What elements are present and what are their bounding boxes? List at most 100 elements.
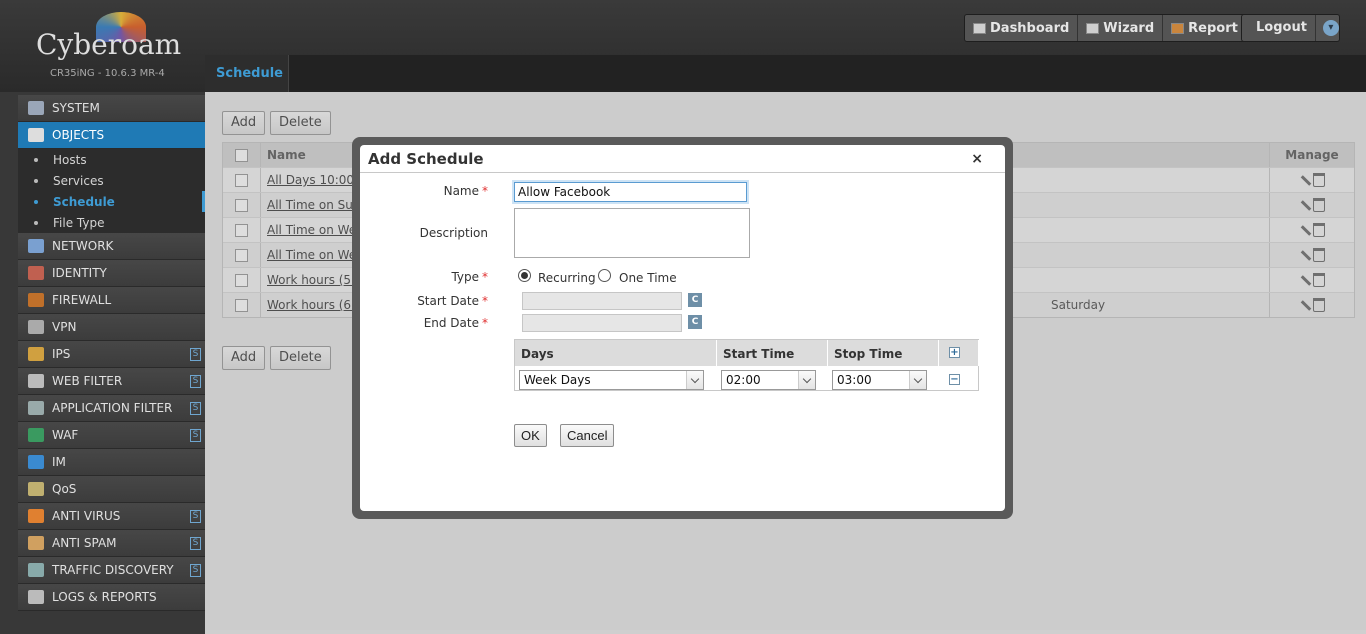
wizard-label: Wizard	[1103, 20, 1155, 36]
recurring-radio[interactable]	[518, 269, 531, 282]
app-filter-icon	[28, 401, 44, 415]
sidebar-subitem-hosts[interactable]: Hosts	[18, 149, 205, 170]
brand-name: Cyberoam	[36, 28, 182, 61]
subscription-badge: S	[190, 510, 201, 523]
brand-model: CR35iNG - 10.6.3 MR-4	[50, 68, 165, 79]
sidebar-item-label: QoS	[52, 482, 77, 496]
sidebar-subitem-schedule[interactable]: Schedule	[18, 191, 205, 212]
sidebar-item-system[interactable]: SYSTEM	[18, 95, 205, 122]
sidebar-item-label: ANTI SPAM	[52, 536, 117, 550]
sidebar-item-im[interactable]: IM	[18, 449, 205, 476]
start-date-label: Start Date *	[417, 294, 488, 308]
one-time-radio[interactable]	[598, 269, 611, 282]
subscription-badge: S	[190, 564, 201, 577]
filter-icon	[28, 374, 44, 388]
sidebar: SYSTEM OBJECTS Hosts Services Schedule File T…	[0, 92, 205, 634]
cancel-button[interactable]: Cancel	[560, 424, 615, 447]
sidebar-item-logs-reports[interactable]: LOGS & REPORTS	[18, 584, 205, 611]
logout-group: Logout ▾	[1241, 14, 1340, 42]
user-icon	[28, 266, 44, 280]
report-button[interactable]: Report	[1163, 15, 1246, 41]
add-row-icon[interactable]: +	[949, 347, 960, 358]
logout-button[interactable]: Logout	[1242, 15, 1316, 41]
subscription-badge: S	[190, 375, 201, 388]
chevron-down-icon	[686, 371, 703, 389]
dialog-title: Add Schedule	[360, 145, 1005, 173]
sidebar-item-firewall[interactable]: FIREWALL	[18, 287, 205, 314]
ok-button[interactable]: OK	[514, 424, 547, 447]
dashboard-icon	[973, 22, 986, 34]
end-date-field[interactable]	[522, 314, 682, 332]
sidebar-item-traffic-discovery[interactable]: TRAFFIC DISCOVERY S	[18, 557, 205, 584]
start-time-column-header: Start Time	[717, 340, 828, 366]
sidebar-item-identity[interactable]: IDENTITY	[18, 260, 205, 287]
virus-icon	[28, 509, 44, 523]
days-column-header: Days	[515, 340, 717, 366]
dashboard-label: Dashboard	[990, 20, 1070, 36]
report-label: Report	[1188, 20, 1238, 36]
sidebar-item-waf[interactable]: WAF S	[18, 422, 205, 449]
top-bar: Cyberoam CR35iNG - 10.6.3 MR-4 Dashboard…	[0, 0, 1366, 92]
chevron-down-icon[interactable]: ▾	[1322, 20, 1339, 36]
one-time-label: One Time	[619, 271, 677, 285]
top-nav: Dashboard Wizard Report	[964, 14, 1247, 42]
chevron-down-icon	[798, 371, 815, 389]
bullet-icon	[34, 199, 38, 204]
recurring-label: Recurring	[538, 271, 596, 285]
dashboard-button[interactable]: Dashboard	[965, 15, 1079, 41]
folder-icon	[28, 128, 44, 142]
days-select[interactable]: Week Days	[519, 370, 704, 390]
tab-bar: Schedule	[205, 55, 1366, 92]
firewall-icon	[28, 293, 44, 307]
start-date-field[interactable]	[522, 292, 682, 310]
description-label: Description	[419, 226, 488, 240]
wizard-button[interactable]: Wizard	[1078, 15, 1164, 41]
system-icon	[28, 101, 44, 115]
stop-time-select[interactable]: 03:00	[832, 370, 927, 390]
sidebar-item-label: IM	[52, 455, 66, 469]
sidebar-item-label: IPS	[52, 347, 71, 361]
sidebar-item-label: VPN	[52, 320, 77, 334]
network-icon	[28, 239, 44, 253]
shield-icon	[28, 347, 44, 361]
sidebar-item-label: APPLICATION FILTER	[52, 401, 173, 415]
subscription-badge: S	[190, 402, 201, 415]
sidebar-item-label: TRAFFIC DISCOVERY	[52, 563, 174, 577]
add-row-cell: +	[939, 340, 979, 366]
sidebar-item-application-filter[interactable]: APPLICATION FILTER S	[18, 395, 205, 422]
traffic-icon	[28, 563, 44, 577]
sidebar-item-label: WAF	[52, 428, 79, 442]
bullet-icon	[34, 178, 38, 183]
end-date-label: End Date *	[423, 316, 488, 330]
time-slot-table: Days Start Time Stop Time + Week Days 02…	[514, 339, 979, 391]
tab-schedule[interactable]: Schedule	[205, 55, 289, 92]
sidebar-item-anti-spam[interactable]: ANTI SPAM S	[18, 530, 205, 557]
sidebar-item-objects[interactable]: OBJECTS	[18, 122, 205, 149]
report-icon	[1171, 22, 1185, 34]
sidebar-subitem-services[interactable]: Services	[18, 170, 205, 191]
sidebar-item-label: NETWORK	[52, 239, 114, 253]
sidebar-item-network[interactable]: NETWORK	[18, 233, 205, 260]
start-date-calendar-icon[interactable]: C	[688, 293, 702, 307]
sidebar-item-anti-virus[interactable]: ANTI VIRUS S	[18, 503, 205, 530]
globe-icon	[28, 428, 44, 442]
end-date-calendar-icon[interactable]: C	[688, 315, 702, 329]
subscription-badge: S	[190, 429, 201, 442]
bullet-icon	[34, 220, 38, 225]
description-field[interactable]	[514, 208, 750, 258]
sidebar-item-label: ANTI VIRUS	[52, 509, 121, 523]
remove-row-icon[interactable]: −	[949, 374, 960, 385]
sidebar-item-ips[interactable]: IPS S	[18, 341, 205, 368]
sidebar-item-vpn[interactable]: VPN	[18, 314, 205, 341]
name-field[interactable]	[512, 180, 749, 204]
bottom-bar	[205, 630, 1366, 634]
sidebar-item-qos[interactable]: QoS	[18, 476, 205, 503]
sidebar-item-web-filter[interactable]: WEB FILTER S	[18, 368, 205, 395]
sidebar-subitem-file-type[interactable]: File Type	[18, 212, 205, 233]
start-time-select[interactable]: 02:00	[721, 370, 816, 390]
sidebar-item-label: SYSTEM	[52, 101, 100, 115]
sidebar-item-label: LOGS & REPORTS	[52, 590, 157, 604]
close-icon[interactable]: ×	[971, 151, 983, 167]
chevron-down-icon	[909, 371, 926, 389]
type-label: Type *	[451, 270, 488, 284]
